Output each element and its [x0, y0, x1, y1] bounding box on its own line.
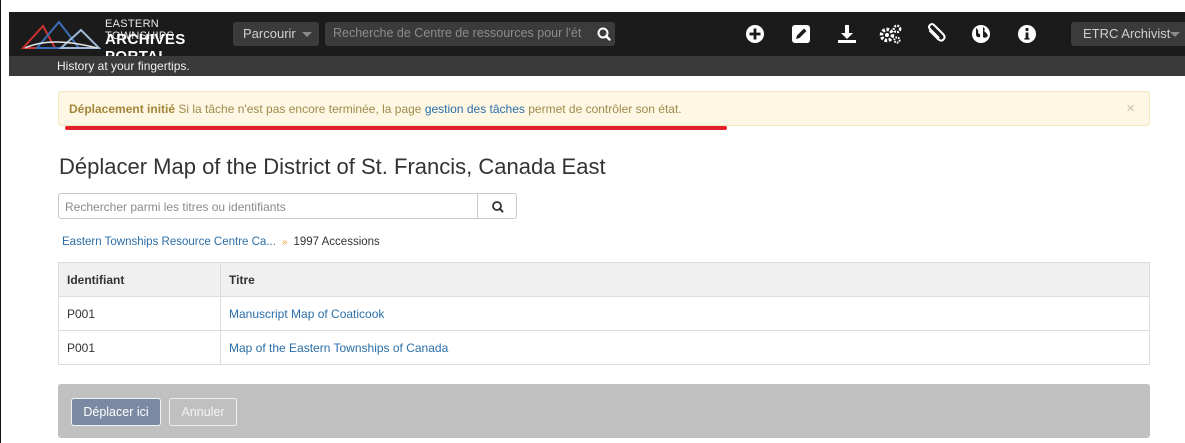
row-title-cell: Map of the Eastern Townships of Canada	[220, 330, 1150, 365]
tagline-bar: History at your fingertips.	[9, 56, 1185, 76]
info-icon[interactable]	[1015, 22, 1039, 46]
logo-mark-icon	[21, 20, 101, 49]
close-icon[interactable]: ×	[1126, 100, 1135, 117]
move-here-button[interactable]: Déplacer ici	[71, 398, 161, 426]
results-table: Identifiant Titre P001 Manuscript Map of…	[58, 262, 1150, 365]
tagline-text: History at your fingertips.	[57, 59, 190, 73]
row-title-link[interactable]: Manuscript Map of Coaticook	[229, 307, 384, 321]
breadcrumb: Eastern Townships Resource Centre Ca... »…	[62, 236, 380, 248]
move-started-alert: Déplacement initié Si la tâche n'est pas…	[58, 91, 1150, 126]
search-icon	[492, 201, 504, 213]
row-identifier: P001	[58, 296, 221, 331]
highlight-underline	[65, 126, 727, 130]
globe-icon[interactable]	[969, 22, 993, 46]
cogs-icon[interactable]	[877, 22, 902, 46]
row-title-link[interactable]: Map of the Eastern Townships of Canada	[229, 341, 448, 355]
browse-label: Parcourir	[243, 26, 296, 41]
breadcrumb-current: 1997 Accessions	[293, 236, 380, 248]
page-title: Déplacer Map of the District of St. Fran…	[59, 154, 606, 179]
search-icon	[597, 27, 611, 41]
top-area: EASTERN TOWNSHIPS ARCHIVES PORTAL Parcou…	[1, 0, 1185, 76]
row-identifier: P001	[58, 330, 221, 365]
global-search-input[interactable]: Recherche de Centre de ressources pour l…	[325, 22, 593, 46]
user-menu-label: ETRC Archivist	[1083, 26, 1171, 41]
column-header-identifier: Identifiant	[58, 262, 221, 297]
task-management-link[interactable]: gestion des tâches	[425, 102, 525, 116]
actions-bar: Déplacer ici Annuler	[58, 384, 1150, 438]
user-menu-dropdown[interactable]: ETRC Archivist	[1071, 22, 1185, 46]
row-title-cell: Manuscript Map of Coaticook	[220, 296, 1150, 331]
title-search-input[interactable]: Rechercher parmi les titres ou identifia…	[58, 193, 478, 219]
chevron-down-icon	[1170, 32, 1180, 37]
table-header-row: Identifiant Titre	[58, 262, 1150, 297]
plus-circle-icon[interactable]	[743, 22, 767, 46]
alert-text-before: Si la tâche n'est pas encore terminée, l…	[175, 102, 425, 116]
browse-dropdown[interactable]: Parcourir	[233, 22, 319, 46]
table-row: P001 Manuscript Map of Coaticook	[58, 296, 1150, 331]
alert-strong-text: Déplacement initié	[69, 102, 176, 116]
global-search-button[interactable]	[593, 22, 615, 46]
chevron-down-icon	[302, 32, 312, 37]
cancel-button[interactable]: Annuler	[169, 398, 237, 426]
edit-icon[interactable]	[789, 22, 813, 46]
breadcrumb-link[interactable]: Eastern Townships Resource Centre Ca...	[62, 236, 276, 248]
column-header-title: Titre	[220, 262, 1150, 297]
table-row: P001 Map of the Eastern Townships of Can…	[58, 330, 1150, 365]
page-frame: EASTERN TOWNSHIPS ARCHIVES PORTAL Parcou…	[0, 0, 1185, 443]
breadcrumb-separator-icon: »	[281, 237, 288, 248]
download-icon[interactable]	[835, 22, 859, 46]
navbar: EASTERN TOWNSHIPS ARCHIVES PORTAL Parcou…	[9, 12, 1185, 65]
title-search-button[interactable]	[477, 193, 517, 219]
site-logo[interactable]: EASTERN TOWNSHIPS ARCHIVES PORTAL	[21, 16, 211, 65]
paperclip-icon[interactable]	[923, 22, 947, 46]
alert-text-after: permet de contrôler son état.	[524, 102, 682, 116]
